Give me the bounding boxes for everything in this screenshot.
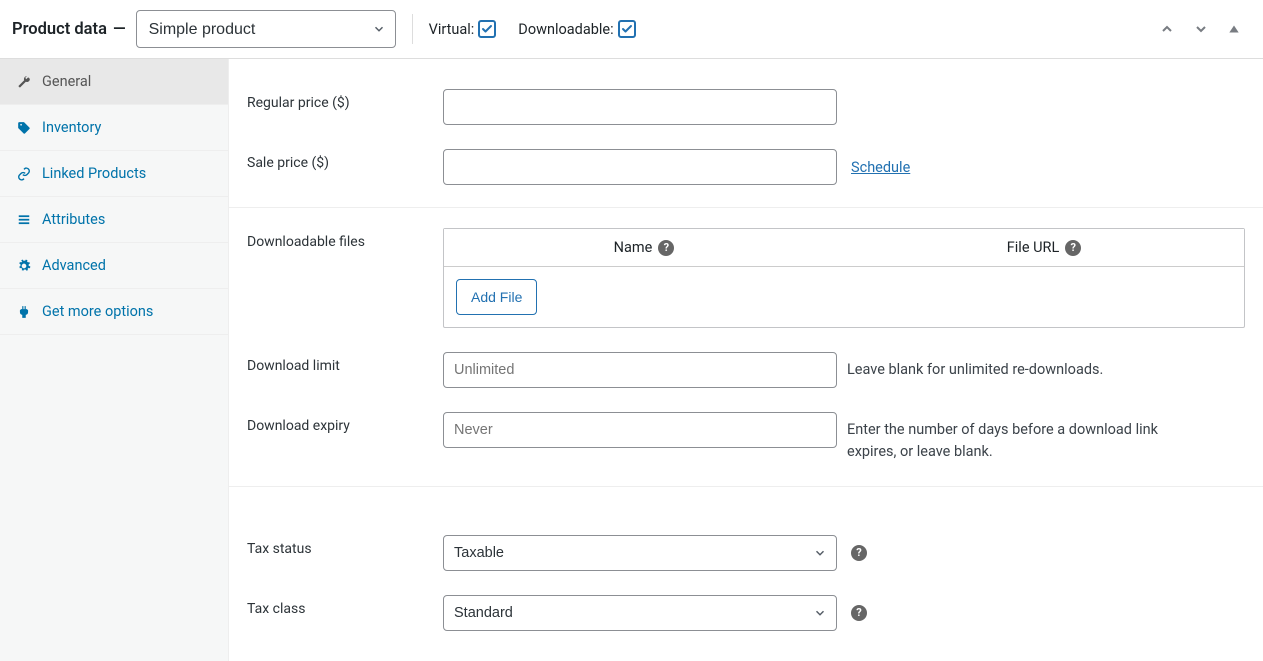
files-table-body: Add File <box>444 267 1244 327</box>
panel-title: Product data <box>12 20 107 39</box>
label-download-limit: Download limit <box>247 352 433 374</box>
help-icon[interactable]: ? <box>658 240 674 256</box>
files-col-url: File URL ? <box>844 229 1244 266</box>
plug-icon <box>16 305 32 319</box>
help-icon[interactable]: ? <box>851 605 867 621</box>
sidebar-item-label: Inventory <box>42 119 101 136</box>
downloadable-label: Downloadable: <box>518 21 613 38</box>
col-name-label: Name <box>614 239 653 256</box>
move-up-icon[interactable] <box>1159 21 1175 37</box>
tax-class-select[interactable]: Standard <box>443 595 837 631</box>
content-panel: Regular price ($) Sale price ($) Schedul… <box>229 59 1263 661</box>
row-tax-status: Tax status Taxable ? <box>229 523 1263 583</box>
download-limit-input[interactable] <box>443 352 837 388</box>
download-expiry-input[interactable] <box>443 412 837 448</box>
label-downloadable-files: Downloadable files <box>247 228 433 250</box>
download-limit-help: Leave blank for unlimited re-downloads. <box>847 352 1103 381</box>
label-download-expiry: Download expiry <box>247 412 433 434</box>
tax-status-select[interactable]: Taxable <box>443 535 837 571</box>
toggle-panel-icon[interactable] <box>1227 22 1241 36</box>
virtual-toggle[interactable]: Virtual: <box>429 20 497 38</box>
row-downloadable-files: Downloadable files Name ? File URL ? Add… <box>229 216 1263 340</box>
sidebar-item-label: Get more options <box>42 303 153 320</box>
sidebar-item-label: Advanced <box>42 257 106 274</box>
list-icon <box>16 213 32 227</box>
row-regular-price: Regular price ($) <box>229 77 1263 137</box>
sidebar-item-more-options[interactable]: Get more options <box>0 289 228 335</box>
panel-header: Product data — Simple product Virtual: D… <box>0 0 1263 59</box>
label-regular-price: Regular price ($) <box>247 89 433 111</box>
checkbox-icon <box>478 20 496 38</box>
main-area: General Inventory Linked Products Attrib… <box>0 59 1263 661</box>
sidebar-item-linked[interactable]: Linked Products <box>0 151 228 197</box>
downloadable-files-table: Name ? File URL ? Add File <box>443 228 1245 328</box>
sidebar-item-general[interactable]: General <box>0 59 228 105</box>
sale-price-input[interactable] <box>443 149 837 185</box>
sidebar-item-label: Attributes <box>42 211 105 228</box>
sidebar: General Inventory Linked Products Attrib… <box>0 59 229 661</box>
download-expiry-help: Enter the number of days before a downlo… <box>847 412 1197 464</box>
help-icon[interactable]: ? <box>851 545 867 561</box>
sidebar-item-attributes[interactable]: Attributes <box>0 197 228 243</box>
sidebar-item-inventory[interactable]: Inventory <box>0 105 228 151</box>
downloadable-toggle[interactable]: Downloadable: <box>518 20 635 38</box>
sidebar-item-advanced[interactable]: Advanced <box>0 243 228 289</box>
row-download-limit: Download limit Leave blank for unlimited… <box>229 340 1263 400</box>
row-sale-price: Sale price ($) Schedule <box>229 137 1263 197</box>
files-table-head: Name ? File URL ? <box>444 229 1244 267</box>
regular-price-input[interactable] <box>443 89 837 125</box>
gear-icon <box>16 259 32 273</box>
sidebar-item-label: Linked Products <box>42 165 146 182</box>
panel-dash: — <box>113 20 126 39</box>
add-file-button[interactable]: Add File <box>456 279 537 315</box>
row-tax-class: Tax class Standard ? <box>229 583 1263 643</box>
row-download-expiry: Download expiry Enter the number of days… <box>229 400 1263 476</box>
virtual-label: Virtual: <box>429 21 475 38</box>
sidebar-item-label: General <box>42 73 91 90</box>
move-down-icon[interactable] <box>1193 21 1209 37</box>
panel-controls <box>1159 21 1251 37</box>
help-icon[interactable]: ? <box>1065 240 1081 256</box>
schedule-link[interactable]: Schedule <box>851 159 910 176</box>
link-icon <box>16 167 32 181</box>
product-type-select[interactable]: Simple product <box>136 10 396 48</box>
label-sale-price: Sale price ($) <box>247 149 433 171</box>
col-url-label: File URL <box>1007 239 1060 256</box>
tag-icon <box>16 121 32 135</box>
section-divider <box>229 207 1263 208</box>
files-col-name: Name ? <box>444 229 844 266</box>
vertical-divider <box>412 14 413 44</box>
label-tax-class: Tax class <box>247 595 433 617</box>
wrench-icon <box>16 75 32 89</box>
section-divider <box>229 486 1263 487</box>
label-tax-status: Tax status <box>247 535 433 557</box>
checkbox-icon <box>618 20 636 38</box>
